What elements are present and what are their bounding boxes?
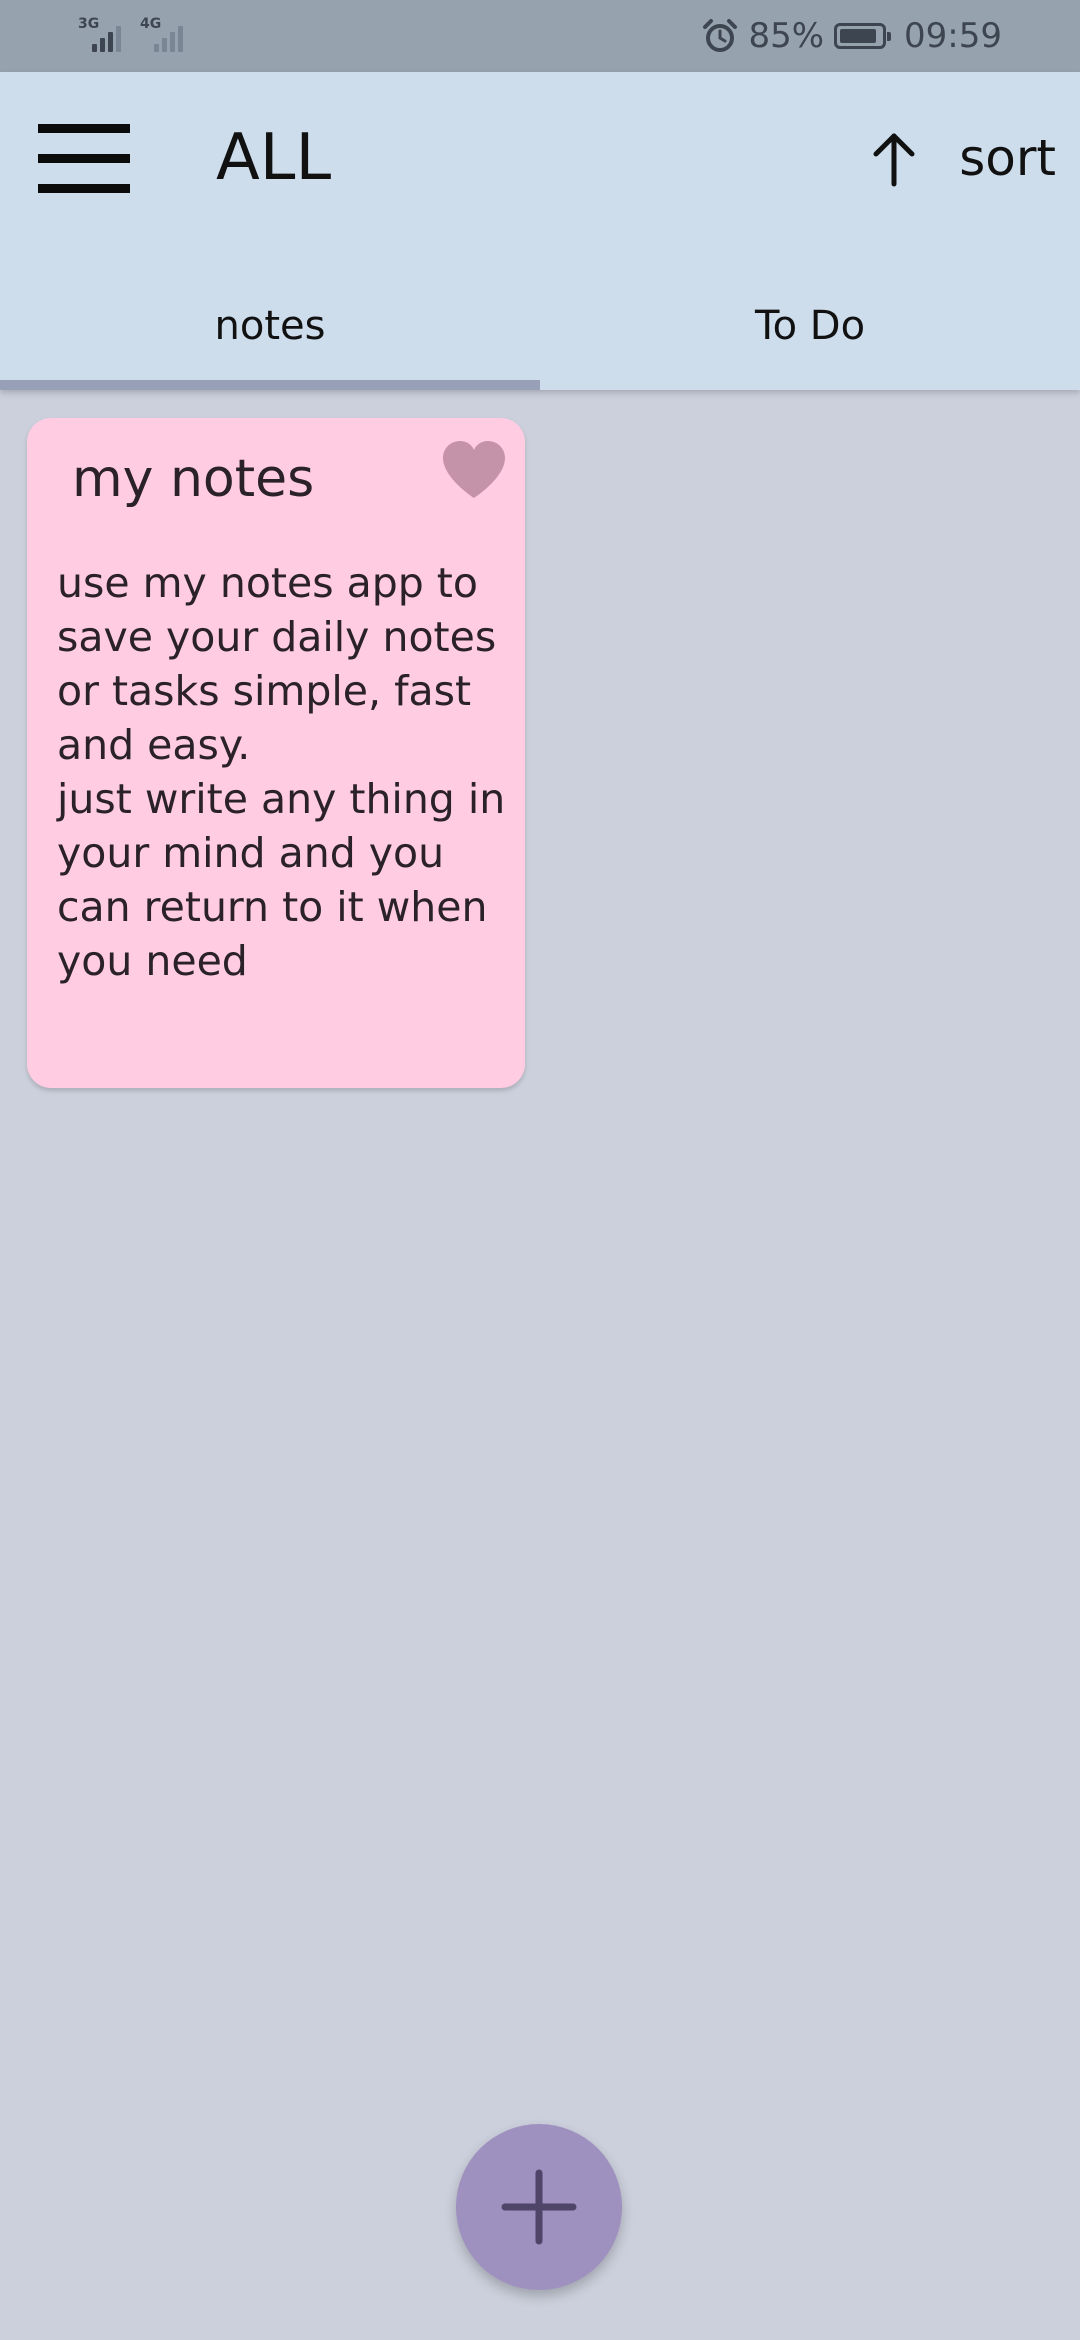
battery-icon [834,23,892,49]
tab-notes[interactable]: notes [0,270,540,390]
clock: 09:59 [904,16,1002,56]
plus-icon [501,2169,577,2245]
tab-todo[interactable]: To Do [540,270,1080,390]
heart-icon[interactable] [441,440,507,500]
status-bar: 3G 4G 85% 09:59 [0,0,1080,72]
sim2-signal: 4G [140,16,190,52]
status-right: 85% 09:59 [702,0,1002,72]
page-title: ALL [216,121,332,195]
tab-selected-indicator [0,380,540,390]
note-body: use my notes app to save your daily note… [57,559,506,985]
alarm-icon [703,19,738,52]
arrow-up-icon[interactable] [864,126,924,190]
note-title: my notes [72,449,315,509]
sort-button[interactable]: sort [959,126,1056,191]
app-bar: ALL sort notes To Do [0,72,1080,390]
note-card[interactable]: my notes use my notes app to save your d… [27,418,525,1088]
sim1-signal: 3G [78,16,128,52]
tab-label: To Do [754,303,866,349]
battery-percent: 85% [748,16,825,56]
signal-bars-icon [92,26,121,52]
tab-label: notes [214,303,326,349]
signal-bars-icon [154,26,183,52]
menu-icon[interactable] [38,124,130,196]
add-note-button[interactable] [456,2124,622,2290]
